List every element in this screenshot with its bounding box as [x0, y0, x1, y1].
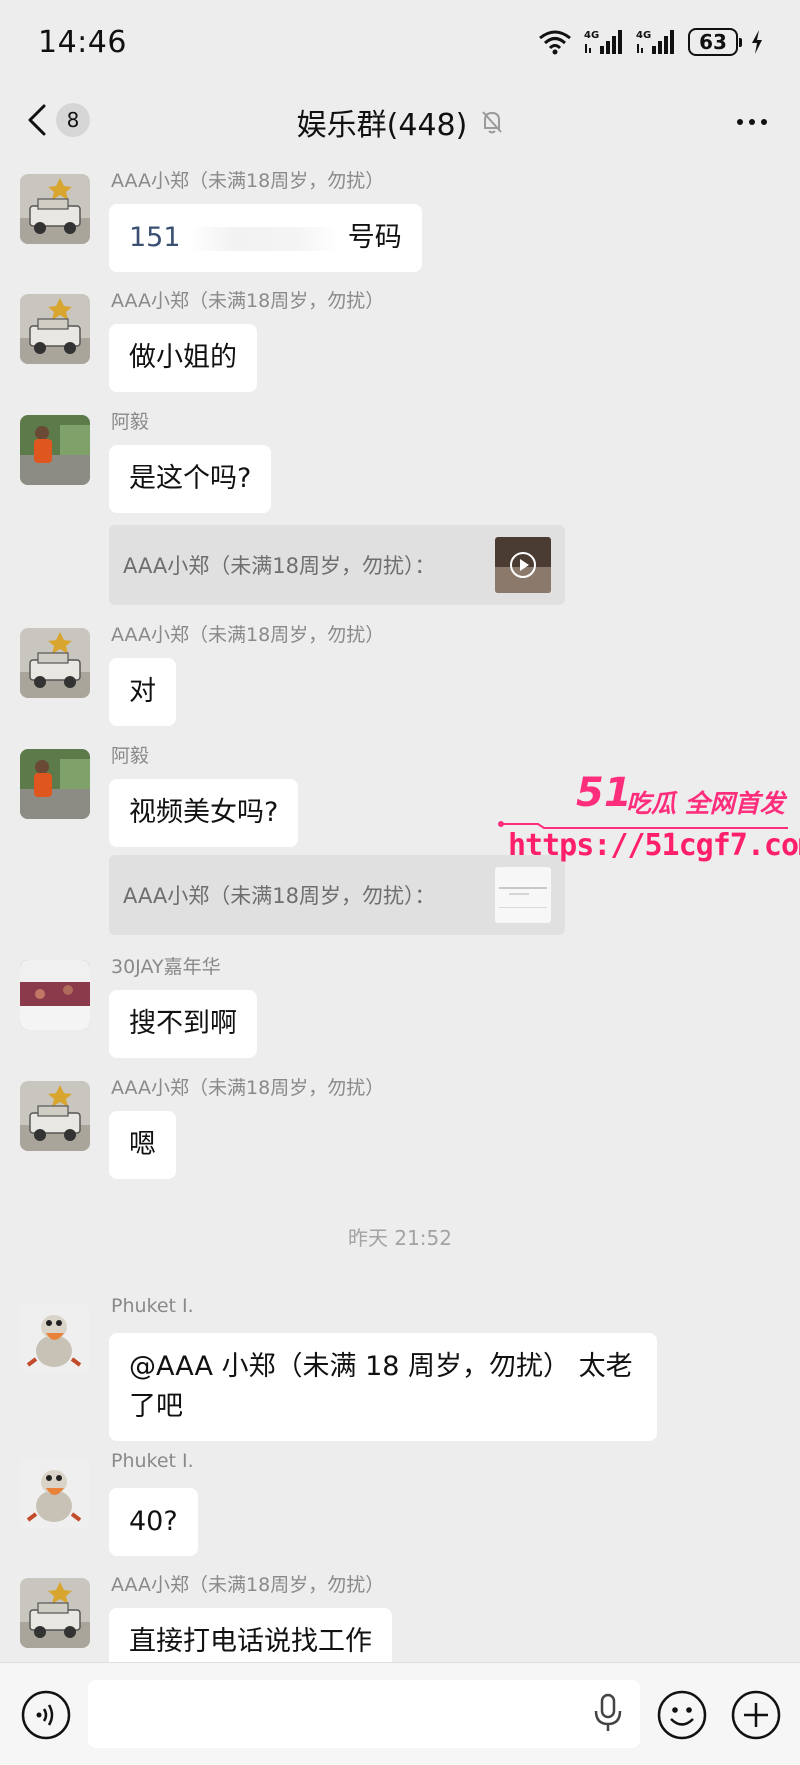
message-bubble[interactable]: 视频美女吗? [109, 779, 299, 847]
emoji-icon [657, 1690, 707, 1740]
jeep-avatar[interactable] [20, 294, 90, 364]
message-bubble[interactable]: 40? [109, 1488, 198, 1556]
crowd-avatar[interactable] [20, 960, 90, 1030]
emoji-button[interactable] [656, 1689, 708, 1741]
quoted-text: AAA小郑（未满18周岁，勿扰）： [123, 884, 436, 908]
message-input[interactable] [88, 1680, 640, 1748]
sender-name: AAA小郑（未满18周岁，勿扰） [111, 624, 385, 646]
battery-level: 63 [699, 30, 727, 54]
message-bubble[interactable]: 嗯 [109, 1111, 176, 1179]
message-bubble[interactable]: @AAA 小郑（未满 18 周岁，勿扰） 太老了吧 [109, 1333, 657, 1441]
sender-name: Phuket I. [111, 1295, 194, 1317]
jeep-avatar[interactable] [20, 628, 90, 698]
quoted-message[interactable]: AAA小郑（未满18周岁，勿扰）： [109, 855, 565, 935]
more-options-button[interactable] [734, 108, 770, 140]
signal-icon: 4G [584, 30, 622, 54]
quoted-message[interactable]: AAA小郑（未满18周岁，勿扰）： [109, 525, 565, 605]
signal-icon-2: 4G [636, 30, 674, 54]
sender-name: AAA小郑（未满18周岁，勿扰） [111, 1077, 385, 1099]
duck-avatar[interactable] [20, 1303, 90, 1373]
duck-avatar[interactable] [20, 1458, 90, 1528]
sender-name: 30JAY嘉年华 [111, 956, 221, 978]
message-input-bar [0, 1662, 800, 1765]
status-bar: 14:46 4G 4G 63 [0, 0, 800, 84]
wifi-icon [539, 30, 571, 55]
jeep-avatar[interactable] [20, 1081, 90, 1151]
message-bubble[interactable]: 对 [109, 658, 176, 726]
message-list[interactable]: AAA小郑（未满18周岁，勿扰） 151 号码 AAA小郑（未满18周岁，勿扰）… [0, 160, 800, 1662]
chat-timestamp: 昨天 21:52 [348, 1226, 452, 1250]
chevron-left-icon [28, 104, 46, 136]
more-icon [737, 119, 767, 125]
mic-button[interactable] [592, 1693, 624, 1737]
status-time: 14:46 [38, 24, 127, 60]
mic-icon [594, 1693, 622, 1731]
plus-icon [731, 1690, 781, 1740]
quoted-text: AAA小郑（未满18周岁，勿扰）： [123, 554, 436, 578]
jeep-avatar[interactable] [20, 174, 90, 244]
svg-text:4G: 4G [636, 30, 651, 41]
battery-indicator: 63 [688, 28, 742, 56]
voice-toggle-button[interactable] [20, 1689, 72, 1741]
sender-name: 阿毅 [111, 745, 150, 767]
charging-icon [752, 30, 762, 54]
message-bubble[interactable]: 搜不到啊 [109, 990, 257, 1058]
chat-title: 娱乐群(448) [296, 108, 468, 143]
redacted-area [189, 226, 340, 251]
sender-name: 阿毅 [111, 411, 150, 433]
add-attachment-button[interactable] [730, 1689, 782, 1741]
unread-count-badge: 8 [56, 103, 90, 137]
message-bubble[interactable]: 做小姐的 [109, 324, 257, 392]
message-bubble[interactable]: 是这个吗? [109, 445, 272, 513]
message-text: 号码 [347, 222, 402, 253]
sender-name: AAA小郑（未满18周岁，勿扰） [111, 170, 385, 192]
person-avatar[interactable] [20, 415, 90, 485]
sender-name: AAA小郑（未满18周岁，勿扰） [111, 1574, 385, 1596]
mute-bell-icon [482, 111, 503, 134]
chat-header: 8 娱乐群(448) [0, 84, 800, 160]
message-bubble[interactable]: 151 号码 [109, 204, 422, 272]
status-icons: 4G 4G 63 [538, 28, 764, 56]
watermark: 51 吃瓜 全网首发 https://51cgf7.com [498, 770, 800, 870]
watermark-number: 51 [576, 770, 632, 816]
sender-name: Phuket I. [111, 1450, 194, 1472]
back-button[interactable]: 8 [26, 102, 90, 138]
person-avatar[interactable] [20, 749, 90, 819]
svg-text:4G: 4G [584, 30, 599, 41]
video-thumbnail[interactable] [495, 537, 551, 593]
sender-name: AAA小郑（未满18周岁，勿扰） [111, 290, 385, 312]
watermark-title: 吃瓜 全网首发 [626, 789, 785, 818]
jeep-avatar[interactable] [20, 1578, 90, 1648]
message-bubble[interactable]: 直接打电话说找工作 [109, 1608, 392, 1662]
phone-number-prefix[interactable]: 151 [129, 222, 181, 253]
watermark-url: https://51cgf7.com [508, 828, 800, 863]
image-thumbnail[interactable] [495, 867, 551, 923]
voice-icon [21, 1690, 71, 1740]
